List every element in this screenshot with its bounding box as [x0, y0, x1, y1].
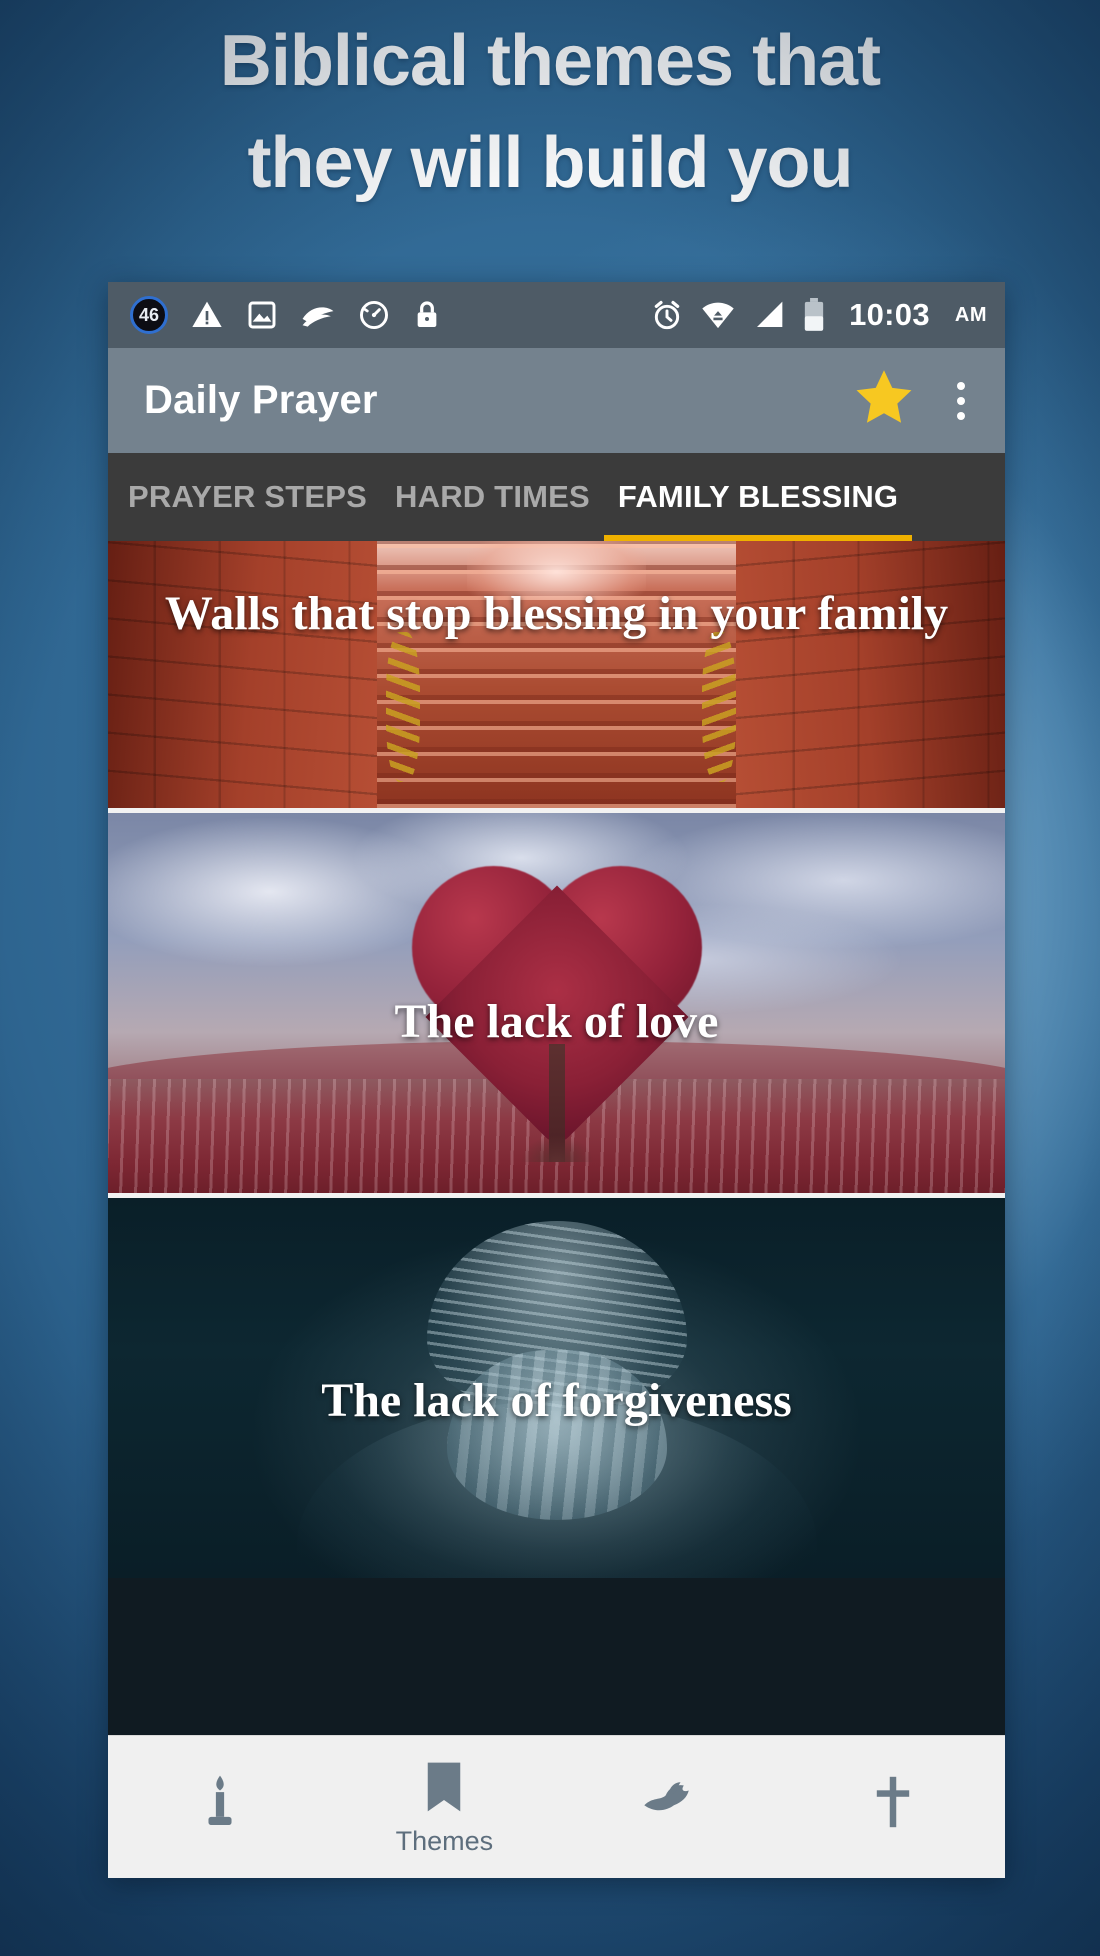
- theme-card-title: Walls that stop blessing in your family: [164, 587, 949, 640]
- bottom-nav-item-dove[interactable]: [557, 1736, 781, 1878]
- bottom-nav-item-cross[interactable]: [781, 1736, 1005, 1878]
- image-icon: [246, 299, 278, 331]
- headline-line-1: Biblical themes that: [219, 21, 881, 101]
- book-bookmark-icon: [422, 1758, 466, 1816]
- tab-label: FAMILY BLESSING: [617, 479, 899, 514]
- cross-icon: [873, 1773, 913, 1831]
- bottom-nav-item-candle[interactable]: [108, 1736, 332, 1878]
- warning-triangle-icon: [190, 299, 224, 331]
- status-bar-left-icons: 46: [130, 296, 442, 334]
- theme-card-walls[interactable]: Walls that stop blessing in your family: [108, 541, 1005, 813]
- lock-icon: [412, 299, 442, 331]
- speedometer-icon: [358, 299, 390, 331]
- tab-label: HARD TIMES: [395, 479, 590, 514]
- bottom-nav-item-themes[interactable]: Themes: [332, 1736, 556, 1878]
- vine-left: [386, 631, 421, 782]
- tab-label: PRAYER STEPS: [128, 479, 368, 514]
- tab-family-blessing[interactable]: FAMILY BLESSING: [603, 453, 913, 541]
- stairway-image: [108, 541, 1005, 808]
- battery-icon: [803, 298, 825, 332]
- swipe-swirl-icon: [300, 299, 336, 331]
- tab-hard-times[interactable]: HARD TIMES: [381, 453, 604, 541]
- app-bar: Daily Prayer: [108, 348, 1005, 453]
- theme-card-title: The lack of forgiveness: [321, 1374, 792, 1427]
- alarm-clock-icon: [651, 299, 683, 331]
- theme-card-title: The lack of love: [394, 995, 719, 1048]
- phone-screenshot: 46 10:03 AM Daily Prayer PRAYER STEPS HA…: [108, 282, 1005, 1878]
- notification-count-badge-icon: 46: [130, 296, 168, 334]
- notification-count-label: 46: [130, 296, 168, 334]
- page-title: Daily Prayer: [144, 378, 378, 422]
- status-bar-ampm: AM: [954, 303, 987, 326]
- tab-bar: PRAYER STEPS HARD TIMES FAMILY BLESSING: [108, 453, 1005, 541]
- theme-card-lack-of-love[interactable]: The lack of love: [108, 813, 1005, 1198]
- status-bar-right-icons: 10:03 AM: [651, 297, 987, 333]
- favorite-star-icon[interactable]: [851, 366, 917, 435]
- bottom-navigation-bar: Themes: [108, 1735, 1005, 1878]
- status-bar: 46 10:03 AM: [108, 282, 1005, 348]
- tab-prayer-steps[interactable]: PRAYER STEPS: [114, 453, 381, 541]
- wifi-icon: [701, 300, 735, 330]
- theme-card-lack-of-forgiveness[interactable]: The lack of forgiveness: [108, 1198, 1005, 1578]
- overflow-menu-icon[interactable]: [943, 374, 979, 428]
- candle-icon: [203, 1773, 237, 1831]
- headline-line-2: they will build you: [247, 123, 853, 204]
- app-bar-actions: [851, 366, 979, 435]
- promo-headline: Biblical themes that they will build you: [0, 10, 1100, 214]
- status-bar-time: 10:03: [849, 297, 930, 332]
- theme-card-list: Walls that stop blessing in your family …: [108, 541, 1005, 1578]
- cellular-signal-icon: [753, 300, 785, 330]
- tree-trunk: [520, 1044, 593, 1163]
- dove-icon: [641, 1773, 697, 1831]
- vine-right: [701, 631, 736, 782]
- bottom-nav-label: Themes: [395, 1825, 494, 1856]
